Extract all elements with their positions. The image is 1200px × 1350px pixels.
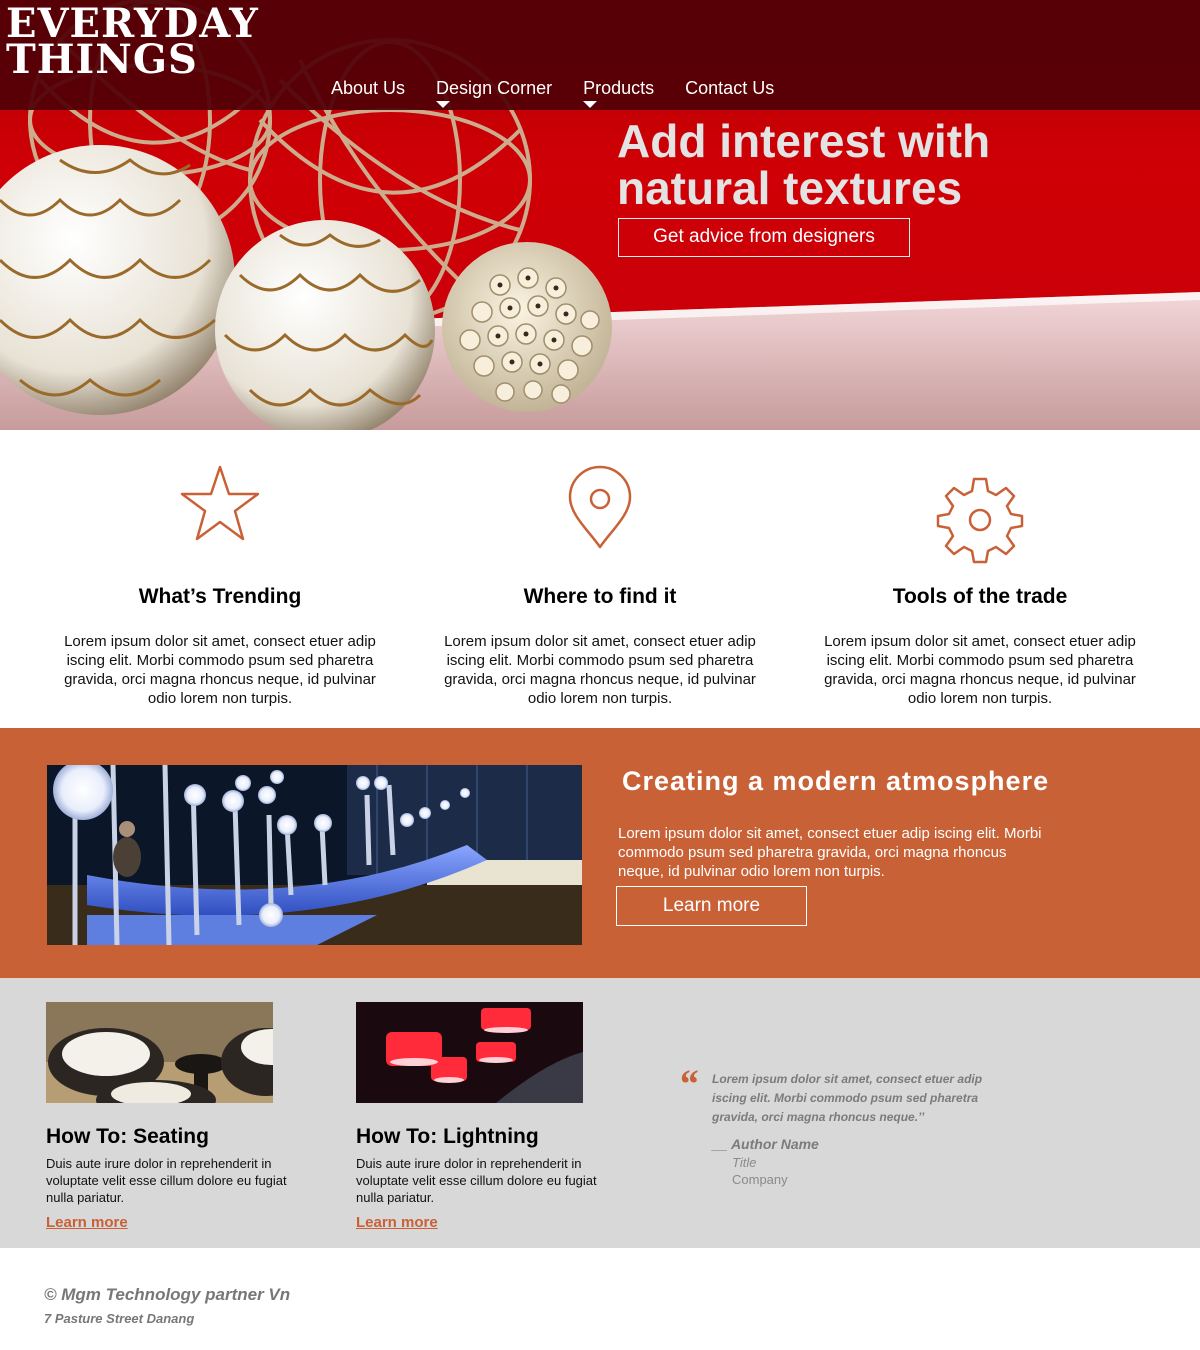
feature-text: Lorem ipsum dolor sit amet, consect etue… xyxy=(444,633,756,707)
nav-item-products[interactable]: Products xyxy=(583,78,655,108)
seating-photo[interactable] xyxy=(46,1002,311,1120)
get-advice-button[interactable]: Get advice from designers xyxy=(618,218,910,257)
feature-text: Lorem ipsum dolor sit amet, consect etue… xyxy=(64,633,376,707)
main-nav: About Us Design Corner Products Contact … xyxy=(331,78,774,108)
learn-more-link[interactable]: Learn more xyxy=(356,1214,438,1231)
nav-item-label: Design Corner xyxy=(436,78,553,98)
map-pin-icon xyxy=(568,465,632,549)
nav-item-label: Products xyxy=(583,78,655,98)
testimonial-quote: Lorem ipsum dolor sit amet, consect etue… xyxy=(712,1072,983,1124)
feature-title: What’s Trending xyxy=(138,585,302,608)
nav-item-label: About Us xyxy=(331,78,406,98)
learn-more-button[interactable]: Learn more xyxy=(616,886,807,926)
gear-icon xyxy=(936,477,1024,564)
testimonial-title: Title xyxy=(732,1155,757,1170)
testimonial-author: __ Author Name xyxy=(712,1136,819,1152)
caret-down-icon xyxy=(436,101,451,108)
hero-headline-line2: natural textures xyxy=(617,162,963,214)
brand-logo-line2: THINGS xyxy=(6,36,198,83)
hero-banner: EVERYDAY THINGS About Us Design Corner P… xyxy=(0,0,1200,430)
modern-lounge-photo xyxy=(47,765,582,945)
nav-item-about-us[interactable]: About Us xyxy=(331,78,405,99)
howto-section: How To: Seating Duis aute irure dolor in… xyxy=(0,978,1200,1248)
card-title: How To: Lightning xyxy=(356,1125,539,1148)
card-text: Duis aute irure dolor in reprehenderit i… xyxy=(356,1156,597,1205)
card-title: How To: Seating xyxy=(46,1125,209,1148)
learn-more-link[interactable]: Learn more xyxy=(46,1214,128,1231)
features-section: What’s Trending Lorem ipsum dolor sit am… xyxy=(0,430,1200,728)
section-title: Creating a modern atmosphere xyxy=(622,766,1050,796)
nav-item-contact-us[interactable]: Contact Us xyxy=(685,78,774,99)
howto-card-seating: How To: Seating Duis aute irure dolor in… xyxy=(46,1002,326,1232)
nav-item-label: Contact Us xyxy=(685,78,775,98)
footer-address: 7 Pasture Street Danang xyxy=(44,1311,195,1326)
testimonial-company: Company xyxy=(732,1172,788,1187)
feature-title: Where to find it xyxy=(523,585,677,608)
card-text: Duis aute irure dolor in reprehenderit i… xyxy=(46,1156,287,1205)
hero-headline: Add interest with natural textures xyxy=(617,118,1137,212)
hero-headline-line1: Add interest with xyxy=(617,115,991,167)
footer-copyright: © Mgm Technology partner Vn xyxy=(44,1285,291,1304)
caret-down-icon xyxy=(583,101,598,108)
nav-item-design-corner[interactable]: Design Corner xyxy=(436,78,553,108)
modern-atmosphere-section: Creating a modern atmosphere Lorem ipsum… xyxy=(0,728,1200,978)
star-icon xyxy=(180,465,260,541)
quote-mark-icon: “ xyxy=(678,1061,698,1106)
section-text: Lorem ipsum dolor sit amet, consect etue… xyxy=(618,825,1042,880)
brand-logo[interactable]: EVERYDAY THINGS xyxy=(6,4,259,83)
lighting-photo[interactable] xyxy=(356,1002,583,1103)
howto-card-lightning: How To: Lightning Duis aute irure dolor … xyxy=(356,1002,636,1232)
feature-text: Lorem ipsum dolor sit amet, consect etue… xyxy=(824,633,1136,707)
feature-title: Tools of the trade xyxy=(892,585,1068,608)
footer: © Mgm Technology partner Vn 7 Pasture St… xyxy=(0,1248,1200,1350)
